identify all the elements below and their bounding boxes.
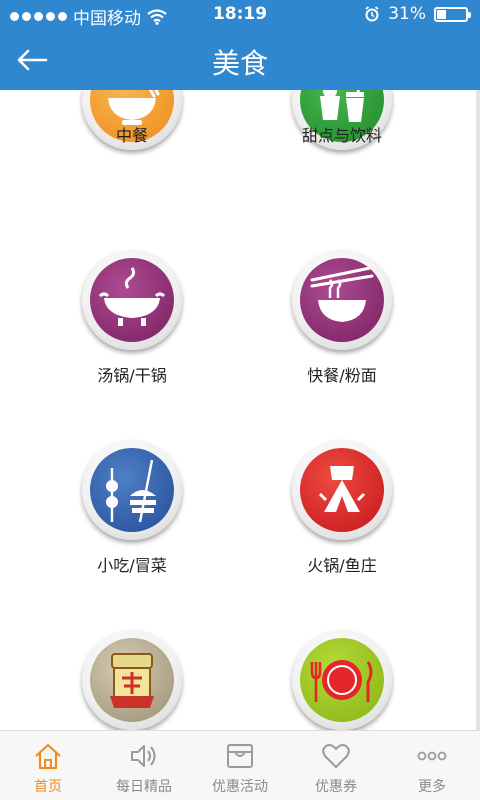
category-label: 小吃/冒菜: [97, 556, 167, 575]
page-title: 美食: [211, 47, 268, 80]
category-tile-wine[interactable]: [32, 630, 232, 730]
hotpot-icon: [90, 258, 174, 342]
skewers-icon: [90, 448, 174, 532]
category-tile-western-food[interactable]: [242, 630, 442, 730]
heart-icon: [319, 741, 353, 771]
category-label: 汤锅/干锅: [97, 366, 167, 385]
category-label: 中餐: [115, 126, 148, 145]
nav-header: 美食: [0, 30, 480, 90]
scroll-track: [476, 90, 480, 730]
tab-home[interactable]: 首页: [0, 731, 96, 800]
tab-daily-picks[interactable]: 每日精品: [96, 731, 192, 800]
category-tile-snacks[interactable]: 小吃/冒菜: [32, 440, 232, 600]
category-label: 火锅/鱼庄: [307, 556, 377, 575]
top-bar: 中国移动 18:19 31% 美食: [0, 0, 480, 90]
hotpot-fish-icon: [300, 448, 384, 532]
category-tile-fast-food-noodles[interactable]: 快餐/粉面: [242, 250, 442, 410]
tab-coupons[interactable]: 优惠券: [288, 731, 384, 800]
home-icon: [31, 741, 65, 771]
plate-cutlery-icon: [300, 638, 384, 722]
category-grid: 中餐 甜点与饮料 汤锅/干锅 快餐/粉面 小吃/冒菜 火锅/鱼庄: [0, 90, 480, 730]
tab-more[interactable]: 更多: [384, 731, 480, 800]
category-tile-soup-pot[interactable]: 汤锅/干锅: [32, 250, 232, 410]
noodle-bowl-icon: [300, 258, 384, 342]
tab-label: 优惠活动: [212, 779, 268, 795]
battery-icon: [434, 6, 471, 22]
tab-label: 更多: [418, 779, 446, 795]
category-label: 甜点与饮料: [301, 126, 382, 145]
wine-sign-icon: [90, 638, 174, 722]
battery-percent: 31%: [388, 4, 426, 24]
alarm-icon: [365, 6, 379, 22]
tab-label: 首页: [34, 779, 62, 795]
bottom-tab-bar: 首页 每日精品 优惠活动 优惠券 更多: [0, 730, 480, 800]
category-tile-desserts-drinks[interactable]: 甜点与饮料: [242, 90, 442, 210]
shop-icon: [223, 741, 257, 771]
more-icon: [415, 741, 449, 771]
category-tile-chinese-food[interactable]: 中餐: [32, 90, 232, 210]
category-label: 快餐/粉面: [307, 366, 377, 385]
tab-promotions[interactable]: 优惠活动: [192, 731, 288, 800]
speaker-icon: [127, 741, 161, 771]
status-bar: 中国移动 18:19 31%: [0, 0, 480, 30]
tab-label: 每日精品: [116, 779, 172, 795]
category-tile-hotpot-fish[interactable]: 火锅/鱼庄: [242, 440, 442, 600]
tab-label: 优惠券: [315, 779, 357, 795]
